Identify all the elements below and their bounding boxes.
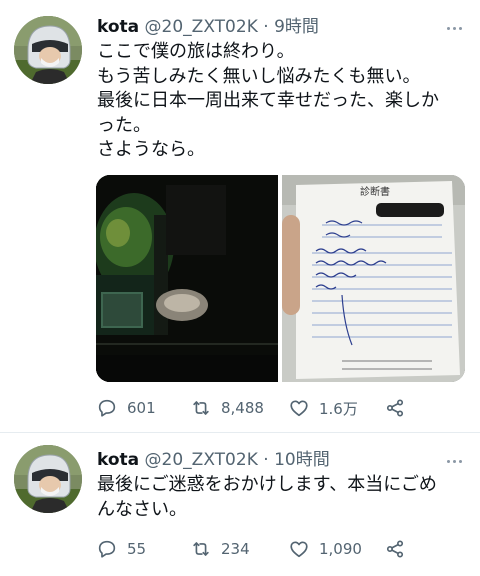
timestamp[interactable]: 10時間 (274, 450, 330, 470)
reply-icon (98, 399, 116, 417)
share-icon (386, 540, 404, 558)
retweet-button[interactable]: 8,488 (190, 396, 264, 420)
avatar-image (14, 16, 82, 84)
heart-icon (290, 541, 308, 558)
night-photo[interactable] (96, 175, 278, 382)
medical-certificate-photo[interactable]: 診断書 (282, 175, 465, 382)
retweet-button[interactable]: 234 (190, 537, 250, 561)
avatar[interactable] (14, 445, 82, 513)
reply-button[interactable]: 601 (96, 396, 156, 420)
more-icon[interactable] (444, 18, 464, 38)
retweet-count: 8,488 (221, 399, 264, 417)
like-count: 1.6万 (319, 399, 358, 418)
reply-button[interactable]: 55 (96, 537, 146, 561)
tweet-1[interactable]: kota @20_ZXT02K · 9時間 ここで僕の旅は終わり。 もう苦しみた… (0, 0, 480, 432)
tweet-actions: 55 234 1,090 (96, 537, 416, 561)
tweet-text-line: った。 (97, 114, 151, 136)
user-handle[interactable]: @20_ZXT02K (145, 17, 258, 37)
share-button[interactable] (384, 396, 406, 420)
tweet-text-line: んなさい。 (97, 498, 187, 520)
tweet-text: ここで僕の旅は終わり。 もう苦しみたく無いし悩みたくも無い。 最後に日本一周出来… (97, 40, 469, 163)
retweet-count: 234 (221, 540, 250, 558)
retweet-icon (193, 401, 209, 415)
tweet-actions: 601 8,488 1.6万 (96, 396, 416, 420)
tweet-header: kota @20_ZXT02K · 9時間 (97, 14, 319, 40)
tweet-text-line: もう苦しみたく無いし悩みたくも無い。 (97, 65, 421, 87)
like-button[interactable]: 1.6万 (288, 396, 358, 420)
display-name[interactable]: kota (97, 17, 139, 37)
reply-count: 601 (127, 399, 156, 417)
heart-icon (290, 400, 308, 417)
share-button[interactable] (384, 537, 406, 561)
separator-dot: · (263, 17, 269, 37)
like-button[interactable]: 1,090 (288, 537, 362, 561)
medical-certificate-image: 診断書 (282, 175, 465, 382)
timestamp[interactable]: 9時間 (274, 17, 319, 37)
tweet-text: 最後にご迷惑をおかけします、本当にごめ んなさい。 (97, 473, 469, 522)
share-icon (386, 399, 404, 417)
media-grid: 診断書 (96, 175, 465, 382)
like-count: 1,090 (319, 540, 362, 558)
tweet-text-line: さようなら。 (97, 139, 205, 160)
night-photo-image (96, 175, 278, 382)
avatar[interactable] (14, 16, 82, 84)
retweet-icon (193, 542, 209, 556)
user-handle[interactable]: @20_ZXT02K (145, 450, 258, 470)
tweet-text-line: 最後にご迷惑をおかけします、本当にごめ (97, 474, 437, 495)
tweet-text-line: ここで僕の旅は終わり。 (97, 41, 295, 62)
tweet-header: kota @20_ZXT02K · 10時間 (97, 447, 330, 473)
tweet-2[interactable]: kota @20_ZXT02K · 10時間 最後にご迷惑をおかけします、本当に… (0, 433, 480, 576)
certificate-title: 診断書 (360, 185, 390, 198)
more-icon[interactable] (444, 451, 464, 471)
avatar-image (14, 445, 82, 513)
reply-count: 55 (127, 540, 147, 558)
separator-dot: · (263, 450, 269, 470)
tweet-text-line: 最後に日本一周出来て幸せだった、楽しか (97, 90, 439, 111)
reply-icon (98, 540, 116, 558)
display-name[interactable]: kota (97, 450, 139, 470)
